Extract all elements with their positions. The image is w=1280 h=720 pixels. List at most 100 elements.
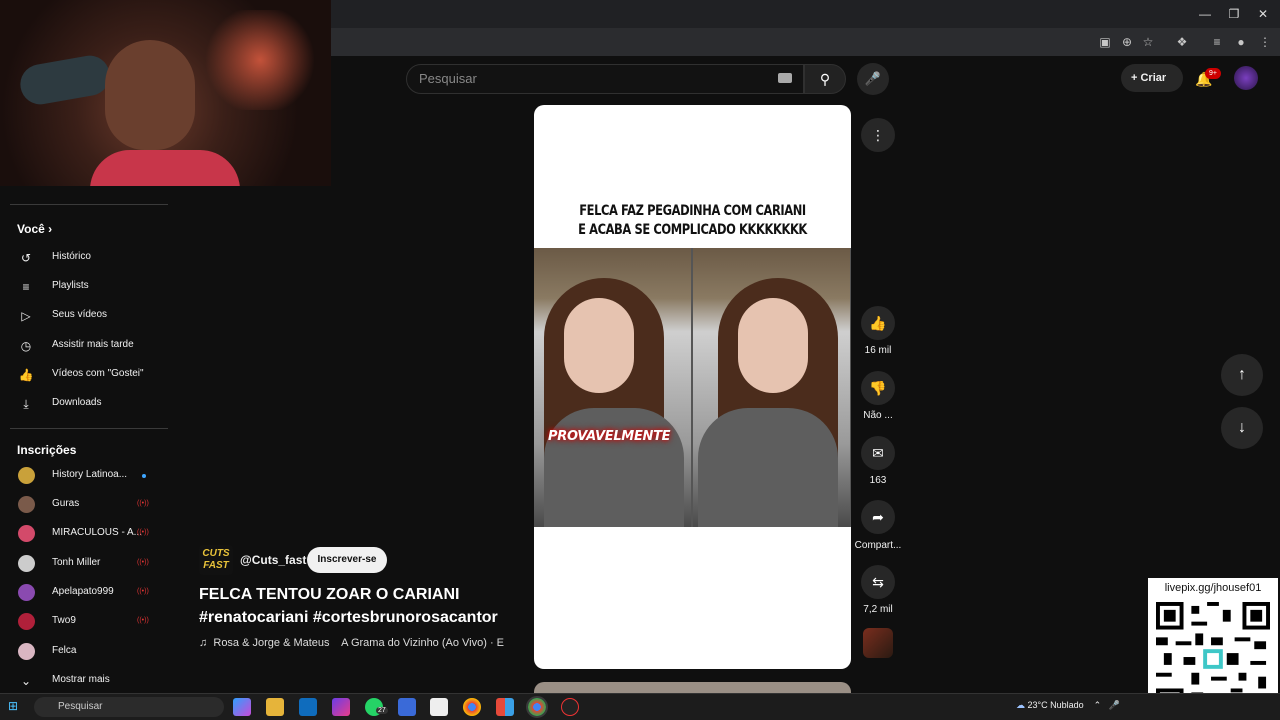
music-note-icon: ♫ (199, 637, 208, 649)
live-icon: ((•)) (137, 588, 149, 595)
copilot-icon[interactable] (233, 698, 251, 716)
chrome-icon[interactable] (463, 698, 481, 716)
windows-start-icon[interactable]: ⊞ (8, 699, 22, 713)
taskbar-search-label: Pesquisar (58, 701, 103, 712)
sidebar-item-label: MIRACULOUS - A... (52, 527, 143, 538)
bookmark-star-icon[interactable]: ☆ (1139, 33, 1157, 51)
voice-search-button[interactable]: 🎤 (857, 63, 889, 95)
caption-line: FELCA FAZ PEGADINHA COM CARIANI (579, 203, 806, 219)
live-icon: ((•)) (137, 559, 149, 566)
video-caption: FELCA FAZ PEGADINHA COM CARIANI E ACABA … (563, 202, 823, 240)
sidebar-item-label: Playlists (52, 280, 89, 291)
search-button[interactable]: ⚲ (804, 64, 846, 94)
search-input[interactable]: Pesquisar (406, 64, 804, 94)
app-icon[interactable] (496, 698, 514, 716)
sidebar-item-history[interactable]: ↺ Histórico (0, 244, 168, 272)
video-frame: PROVAVELMENTE (534, 248, 851, 527)
extensions-icon[interactable]: ❖ (1173, 33, 1191, 51)
next-short-button[interactable]: ↓ (1221, 407, 1263, 449)
sidebar-sub-apelapato[interactable]: Apelapato999 ((•)) (0, 579, 168, 607)
menu-dots-icon[interactable]: ⋮ (1256, 33, 1274, 51)
share-button[interactable]: ➦ (861, 500, 895, 534)
sidebar-item-liked[interactable]: 👍 Vídeos com "Gostei" (0, 361, 168, 389)
microphone-tray-icon[interactable]: 🎤 (1109, 700, 1120, 710)
avatar[interactable] (1234, 66, 1258, 90)
sidebar-sub-tonh-miller[interactable]: Tonh Miller ((•)) (0, 550, 168, 578)
file-explorer-icon[interactable] (266, 698, 284, 716)
media-icon[interactable]: ≡ (1208, 33, 1226, 51)
profile-icon[interactable]: ● (1232, 33, 1250, 51)
close-icon[interactable]: ✕ (1246, 4, 1280, 24)
taskbar-search[interactable]: Pesquisar (34, 697, 224, 717)
video-title: FELCA TENTOU ZOAR O CARIANI (199, 586, 460, 603)
download-icon: ⤓ (23, 397, 29, 411)
sidebar-sub-guras[interactable]: Guras ((•)) (0, 491, 168, 519)
like-button[interactable]: 👍 (861, 306, 895, 340)
arrow-down-icon: ↓ (1238, 419, 1246, 436)
thumbs-down-icon: 👎 (869, 380, 887, 396)
create-label: Criar (1140, 72, 1167, 84)
music-artist: Rosa & Jorge & Mateus (213, 637, 330, 649)
sidebar-you-heading[interactable]: Você › (17, 222, 52, 236)
channel-avatar (18, 467, 35, 484)
sidebar-sub-felca[interactable]: Felca (0, 638, 168, 666)
cast-icon[interactable]: ▣ (1096, 33, 1114, 51)
sidebar-item-downloads[interactable]: ⤓ Downloads (0, 390, 168, 418)
more-options-button[interactable]: ⋮ (861, 118, 895, 152)
comment-icon: ✉ (872, 445, 884, 461)
zoom-icon[interactable]: ⊕ (1118, 33, 1136, 51)
sidebar-item-watch-later[interactable]: ◷ Assistir mais tarde (0, 332, 168, 360)
subscribe-button[interactable]: Inscrever-se (307, 547, 387, 573)
channel-name[interactable]: @Cuts_fast (240, 553, 306, 567)
your-videos-icon: ▷ (21, 309, 31, 323)
sidebar-item-label: Assistir mais tarde (52, 339, 134, 350)
sidebar-item-playlists[interactable]: ≡ Playlists (0, 273, 168, 301)
sidebar-item-label: Downloads (52, 397, 102, 408)
weather-widget[interactable]: ☁ 23°C Nublado ⌃ 🎤 (1016, 700, 1120, 711)
like-count: 16 mil (864, 345, 892, 356)
sidebar-show-more[interactable]: ⌄ Mostrar mais (0, 667, 168, 695)
channel-avatar (18, 613, 35, 630)
comments-button[interactable]: ✉ (861, 436, 895, 470)
sidebar-item-label: History Latinoa... (52, 469, 128, 480)
chevron-down-icon: ⌄ (20, 674, 32, 688)
channel-avatar[interactable]: CUTS FAST (199, 545, 233, 575)
live-icon: ((•)) (137, 529, 149, 536)
video-overlay-text: PROVAVELMENTE (548, 429, 671, 444)
sidebar-divider (10, 428, 168, 429)
chevron-right-icon: › (48, 222, 53, 236)
solitaire-icon[interactable] (430, 698, 448, 716)
video-hashtags[interactable]: #renatocariani #cortesbrunorosacantor (199, 609, 498, 627)
app-icon[interactable] (398, 698, 416, 716)
liked-icon: 👍 (18, 368, 34, 382)
sidebar-item-label: Tonh Miller (52, 557, 101, 568)
history-icon: ↺ (20, 251, 32, 265)
sidebar-item-your-videos[interactable]: ▷ Seus vídeos (0, 302, 168, 330)
sidebar-sub-miraculous[interactable]: MIRACULOUS - A... ((•)) (0, 520, 168, 548)
sidebar-item-label: Seus vídeos (52, 309, 108, 320)
sidebar-item-label: Vídeos com "Gostei" (52, 368, 144, 379)
remix-button[interactable]: ⇆ (861, 565, 895, 599)
outlook-icon[interactable] (299, 698, 317, 716)
sidebar-sub-two9[interactable]: Two9 ((•)) (0, 608, 168, 636)
sidebar-sub-history-latino[interactable]: History Latinoa... (0, 462, 168, 490)
more-vert-icon: ⋮ (871, 127, 885, 143)
tray-chevron-icon[interactable]: ⌃ (1094, 700, 1102, 710)
app-icon[interactable] (561, 698, 579, 716)
previous-short-button[interactable]: ↑ (1221, 354, 1263, 396)
sound-thumbnail[interactable] (863, 628, 893, 658)
channel-avatar (18, 643, 35, 660)
keyboard-icon[interactable] (778, 73, 792, 83)
sidebar-item-label: Two9 (52, 615, 76, 626)
remix-icon: ⇆ (872, 574, 884, 590)
create-button[interactable]: + Criar (1121, 64, 1183, 92)
music-info[interactable]: ♫ Rosa & Jorge & Mateus A Grama do Vizin… (199, 637, 523, 649)
dislike-button[interactable]: 👎 (861, 371, 895, 405)
watch-later-icon: ◷ (20, 339, 32, 353)
short-video-player[interactable]: FELCA FAZ PEGADINHA COM CARIANI E ACABA … (534, 105, 851, 669)
chrome-active-icon[interactable] (526, 696, 548, 718)
teams-icon[interactable] (332, 698, 350, 716)
notification-badge: 9+ (1205, 68, 1221, 79)
thumbs-up-icon: 👍 (869, 315, 887, 331)
webcam-overlay (0, 0, 331, 186)
